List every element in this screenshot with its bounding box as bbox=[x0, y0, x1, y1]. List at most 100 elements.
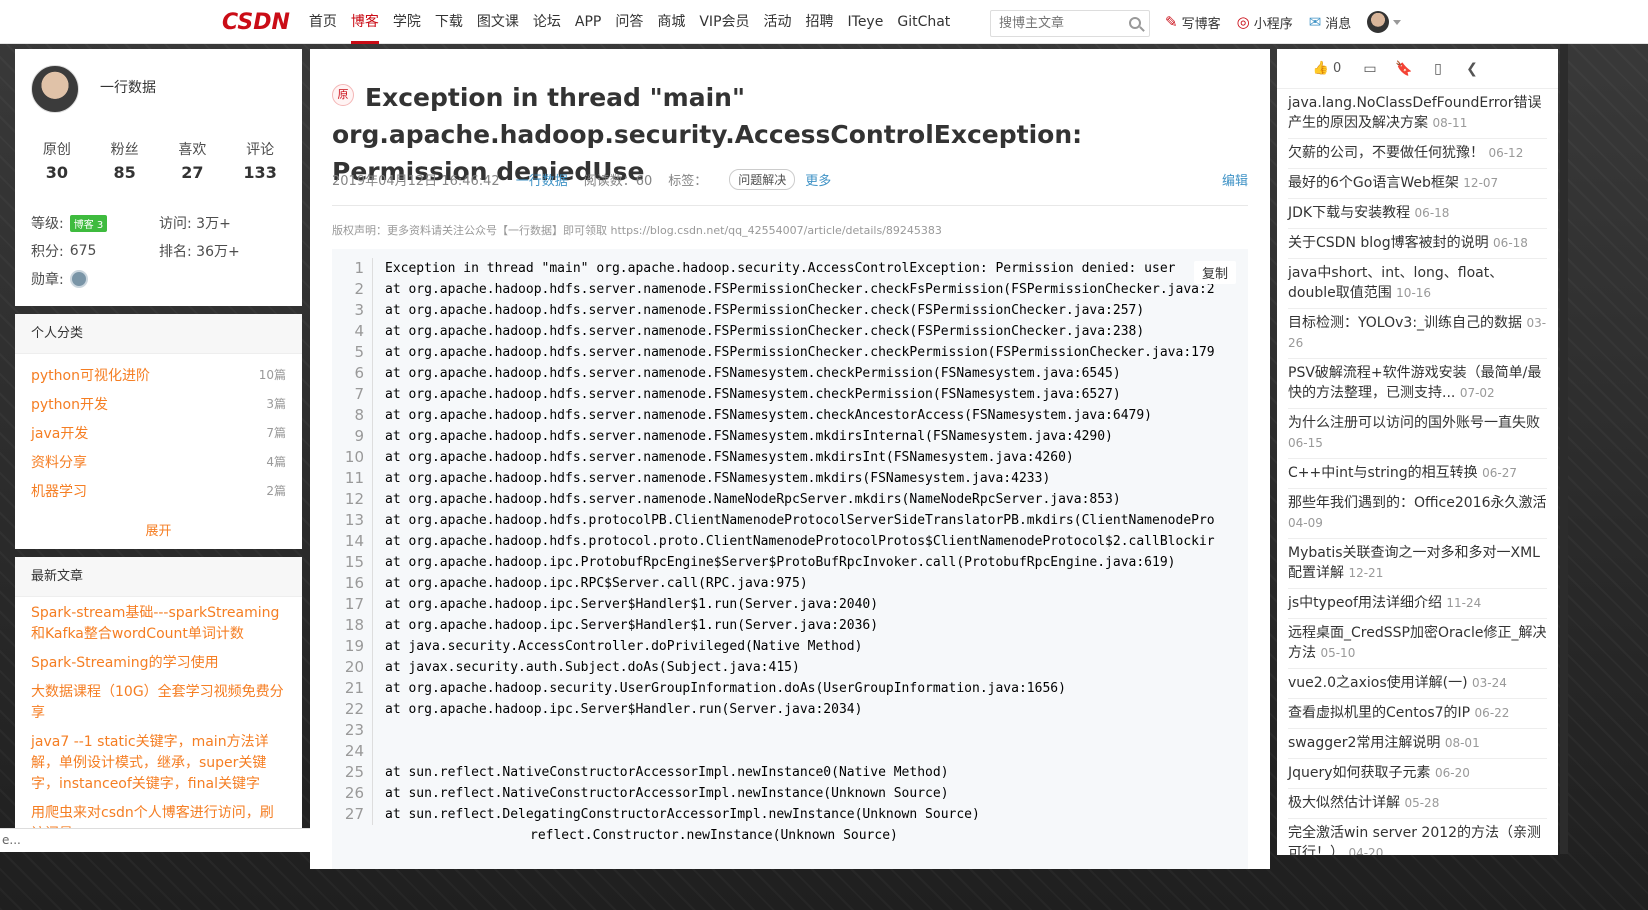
messages-button[interactable]: ✉ 消息 bbox=[1309, 13, 1352, 32]
more-link[interactable]: 更多 bbox=[805, 170, 831, 189]
search-input[interactable] bbox=[991, 11, 1121, 36]
nav-link[interactable]: VIP会员 bbox=[692, 0, 756, 44]
recommend-item[interactable]: 那些年我们遇到的：Office2016永久激活 04-09 bbox=[1288, 489, 1547, 539]
line-number: 17 bbox=[344, 595, 364, 613]
recommend-title: PSV破解流程+软件游戏安装（最简单/最快的方法整理，已测支持... bbox=[1288, 365, 1542, 401]
recommend-item[interactable]: JDK下载与安装教程 06-18 bbox=[1288, 199, 1547, 229]
code-line: 12 at org.apache.hadoop.hdfs.server.namen… bbox=[332, 489, 1248, 510]
like-button[interactable]: 👍 0 bbox=[1301, 52, 1353, 86]
recommend-item[interactable]: 最好的6个Go语言Web框架 12-07 bbox=[1288, 169, 1547, 199]
latest-article-link[interactable]: java7 --1 static关键字，main方法详解，单例设计模式，继承，s… bbox=[31, 732, 286, 795]
nav-link[interactable]: ITeye bbox=[841, 0, 891, 44]
csdn-logo[interactable]: CSDN bbox=[222, 10, 290, 35]
category-name: python开发 bbox=[31, 396, 108, 413]
nav-link[interactable]: 论坛 bbox=[526, 0, 568, 44]
recommend-item[interactable]: Jquery如何获取子元素 06-20 bbox=[1288, 759, 1547, 789]
author-info: 等级: 博客 3 访问: 3万+ 积分: 675 排名: 36万+ 勋章: bbox=[31, 209, 291, 293]
line-number: 27 bbox=[344, 805, 364, 823]
code-text: at org.apache.hadoop.hdfs.server.namenod… bbox=[372, 426, 1232, 447]
recommend-item[interactable]: 远程桌面_CredSSP加密Oracle修正_解决方法 05-10 bbox=[1288, 619, 1547, 669]
recommend-date: 06-20 bbox=[1435, 766, 1470, 780]
code-line: 21 at org.apache.hadoop.security.UserGrou… bbox=[332, 678, 1248, 699]
page-scrollbar[interactable] bbox=[1560, 44, 1568, 854]
nav-link[interactable]: 图文课 bbox=[470, 0, 526, 44]
recommend-item[interactable]: C++中int与string的相互转换 06-27 bbox=[1288, 459, 1547, 489]
search-icon[interactable] bbox=[1129, 17, 1141, 29]
code-text: at org.apache.hadoop.hdfs.protocolPB.Cli… bbox=[372, 510, 1232, 531]
code-line: 10 at org.apache.hadoop.hdfs.server.namen… bbox=[332, 447, 1248, 468]
latest-article-link[interactable]: 大数据课程（10G）全套学习视频免费分享 bbox=[31, 682, 286, 724]
line-number: 6 bbox=[354, 364, 364, 382]
nav-link[interactable]: 下载 bbox=[428, 0, 470, 44]
category-item[interactable]: java开发 7篇 bbox=[31, 418, 286, 447]
line-number: 12 bbox=[344, 490, 364, 508]
tag-chip[interactable]: 问题解决 bbox=[729, 169, 796, 190]
category-item[interactable]: 资料分享 4篇 bbox=[31, 447, 286, 476]
latest-article-link[interactable]: 用爬虫来对csdn个人博客进行访问，刷访问量 bbox=[31, 803, 286, 829]
code-text: at org.apache.hadoop.ipc.RPC$Server.call… bbox=[372, 573, 1232, 594]
recommend-item[interactable]: swagger2常用注解说明 08-01 bbox=[1288, 729, 1547, 759]
recommend-item[interactable]: Mybatis关联查询之一对多和多对一XML配置详解 12-21 bbox=[1288, 539, 1547, 589]
bookmark-button[interactable]: 🔖 bbox=[1387, 52, 1421, 86]
write-blog-button[interactable]: ✎ 写博客 bbox=[1165, 13, 1221, 32]
line-number: 25 bbox=[344, 763, 364, 781]
recommend-item[interactable]: 极大似然估计详解 05-28 bbox=[1288, 789, 1547, 819]
nav-link[interactable]: 问答 bbox=[608, 0, 650, 44]
code-block[interactable]: 复制 1 Exception in thread "main" org.apach… bbox=[332, 249, 1248, 869]
recommend-item[interactable]: js中typeof用法详细介绍 11-24 bbox=[1288, 589, 1547, 619]
expand-button[interactable]: 展开 bbox=[15, 515, 302, 549]
nav-link[interactable]: 学院 bbox=[386, 0, 428, 44]
recommend-item[interactable]: 欠薪的公司，不要做任何犹豫！ 06-12 bbox=[1288, 139, 1547, 169]
visits-value: 3万+ bbox=[196, 216, 231, 232]
recommend-item[interactable]: 关于CSDN blog博客被封的说明 06-18 bbox=[1288, 229, 1547, 259]
latest-list: Spark-stream基础---sparkStreaming和Kafka整合w… bbox=[15, 597, 302, 829]
mobile-button[interactable]: ▯ bbox=[1421, 52, 1455, 86]
code-text: at sun.reflect.NativeConstructorAccessor… bbox=[372, 762, 1232, 783]
line-number: 18 bbox=[344, 616, 364, 634]
author-avatar[interactable] bbox=[31, 65, 79, 113]
stat-label: 原创 bbox=[42, 142, 71, 158]
line-number: 22 bbox=[344, 700, 364, 718]
recommend-date: 03-24 bbox=[1472, 676, 1507, 690]
code-text: at org.apache.hadoop.hdfs.server.namenod… bbox=[372, 447, 1232, 468]
nav-link[interactable]: 招聘 bbox=[799, 0, 841, 44]
level-badge: 博客 3 bbox=[69, 214, 108, 232]
code-text: at org.apache.hadoop.hdfs.server.namenod… bbox=[372, 279, 1232, 300]
category-item[interactable]: python可视化进阶 10篇 bbox=[31, 360, 286, 389]
recommend-item[interactable]: PSV破解流程+软件游戏安装（最简单/最快的方法整理，已测支持... 07-02 bbox=[1288, 359, 1547, 409]
recommend-item[interactable]: 查看虚拟机里的Centos7的IP 06-22 bbox=[1288, 699, 1547, 729]
recommend-item[interactable]: java中short、int、long、float、double取值范围 10-… bbox=[1288, 259, 1547, 309]
latest-article-link[interactable]: Spark-stream基础---sparkStreaming和Kafka整合w… bbox=[31, 603, 286, 645]
recommend-item[interactable]: 完全激活win server 2012的方法（亲测可行！） 04-20 bbox=[1288, 819, 1547, 855]
edit-link[interactable]: 编辑 bbox=[1222, 170, 1248, 189]
recommend-item[interactable]: java.lang.NoClassDefFoundError错误产生的原因及解决… bbox=[1288, 89, 1547, 139]
copy-button[interactable]: 复制 bbox=[1193, 261, 1236, 284]
user-menu[interactable] bbox=[1367, 11, 1402, 33]
code-line: 20 at javax.security.auth.Subject.doAs(Su… bbox=[332, 657, 1248, 678]
recommend-title: 完全激活win server 2012的方法（亲测可行！） bbox=[1288, 825, 1542, 855]
comment-button[interactable]: ▭ bbox=[1353, 52, 1387, 86]
category-item[interactable]: 机器学习 2篇 bbox=[31, 476, 286, 505]
nav-link[interactable]: 首页 bbox=[302, 0, 344, 44]
author-name[interactable]: 一行数据 bbox=[100, 77, 156, 97]
nav-link[interactable]: GitChat bbox=[890, 0, 957, 44]
line-number: 20 bbox=[344, 658, 364, 676]
category-item[interactable]: python开发 3篇 bbox=[31, 389, 286, 418]
recommend-item[interactable]: 为什么注册可以访问的国外账号一直失败 06-15 bbox=[1288, 409, 1547, 459]
code-text: reflect.Constructor.newInstance(Unknown … bbox=[530, 828, 898, 843]
article-author-link[interactable]: 一行数据 bbox=[516, 170, 568, 189]
latest-article-link[interactable]: Spark-Streaming的学习使用 bbox=[31, 653, 286, 674]
code-text: Exception in thread "main" org.apache.ha… bbox=[372, 258, 1232, 279]
nav-link[interactable]: 博客 bbox=[344, 0, 386, 44]
medal-icon[interactable] bbox=[69, 270, 88, 288]
nav-link[interactable]: APP bbox=[568, 0, 608, 44]
nav-link[interactable]: 活动 bbox=[757, 0, 799, 44]
comment-icon: ▭ bbox=[1363, 60, 1377, 77]
mini-program-button[interactable]: ◎ 小程序 bbox=[1237, 13, 1293, 32]
line-number: 16 bbox=[344, 574, 364, 592]
nav-link[interactable]: 商城 bbox=[650, 0, 692, 44]
share-button[interactable]: ❮ bbox=[1455, 52, 1489, 86]
recommend-date: 10-16 bbox=[1396, 286, 1432, 300]
recommend-item[interactable]: 目标检测：YOLOv3:_训练自己的数据 03-26 bbox=[1288, 309, 1547, 359]
recommend-item[interactable]: vue2.0之axios使用详解(一) 03-24 bbox=[1288, 669, 1547, 699]
